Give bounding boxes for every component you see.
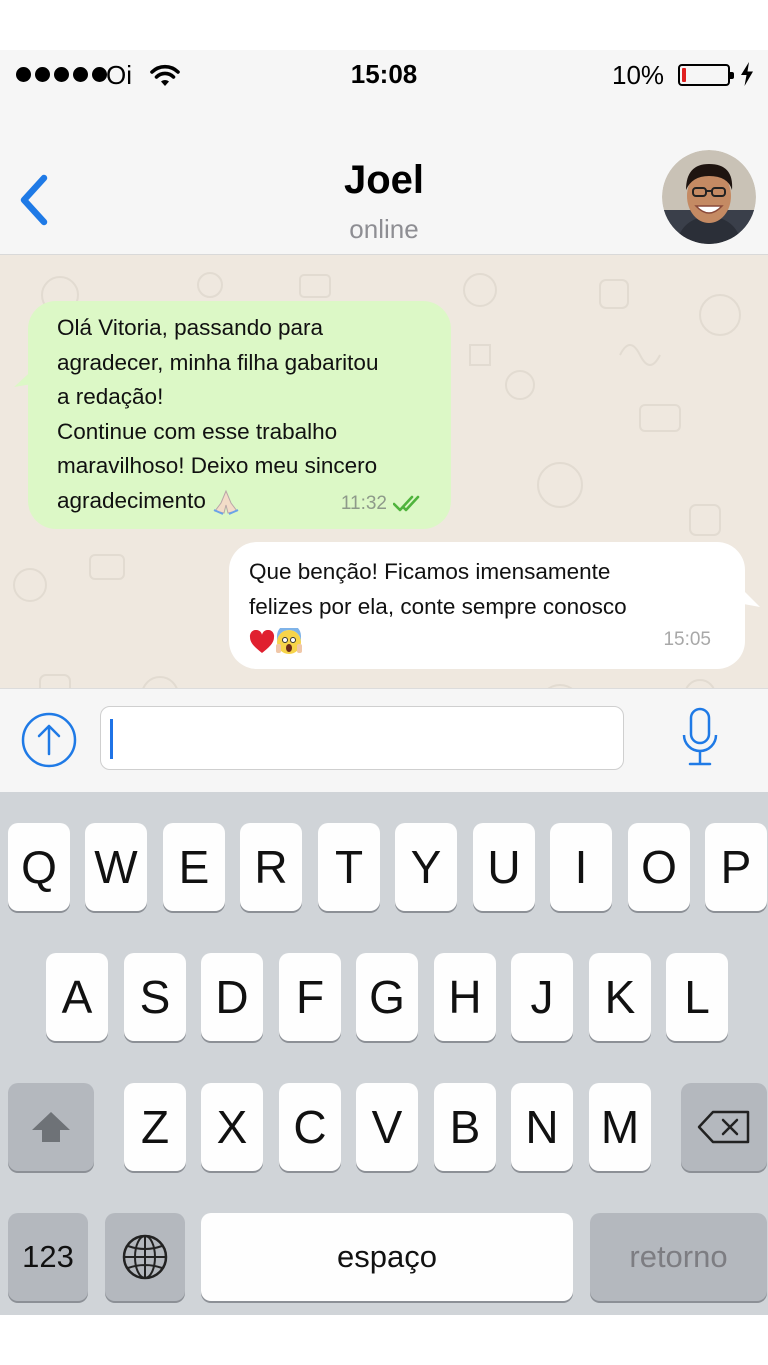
shift-key[interactable]	[8, 1083, 94, 1171]
key-x[interactable]: X	[201, 1083, 263, 1171]
contact-name[interactable]: Joel	[0, 158, 768, 203]
key-z[interactable]: Z	[124, 1083, 186, 1171]
backspace-key[interactable]	[681, 1083, 767, 1171]
keyboard: Q W E R T Y U I O P A S D F G H J K L Z …	[0, 792, 768, 1315]
shift-arrow-icon	[32, 1112, 70, 1142]
status-bar: Oi 15:08 10%	[0, 50, 768, 100]
message-text-line: Que benção! Ficamos imensamente	[249, 559, 611, 584]
space-key[interactable]: espaço	[201, 1213, 573, 1301]
message-text-line: Olá Vitoria, passando para	[57, 315, 324, 340]
incoming-message-bubble[interactable]: Olá Vitoria, passando para agradecer, mi…	[28, 301, 451, 529]
return-key[interactable]: retorno	[590, 1213, 767, 1301]
key-c[interactable]: C	[279, 1083, 341, 1171]
outgoing-message-bubble[interactable]: Que benção! Ficamos imensamente felizes …	[229, 542, 745, 669]
key-b[interactable]: B	[434, 1083, 496, 1171]
chat-header: Joel online	[0, 100, 768, 255]
globe-icon	[122, 1234, 168, 1280]
battery-percentage: 10%	[612, 60, 665, 90]
key-q[interactable]: Q	[8, 823, 70, 911]
message-time: 15:05	[663, 628, 711, 650]
key-f[interactable]: F	[279, 953, 341, 1041]
microphone-icon[interactable]	[678, 707, 722, 769]
red-heart-emoji	[249, 630, 275, 654]
text-cursor	[110, 719, 113, 759]
message-meta: 11:32	[341, 487, 425, 522]
contact-status: online	[349, 214, 419, 244]
message-text-line: agradecer, minha filha gabaritou	[57, 349, 379, 375]
key-j[interactable]: J	[511, 953, 573, 1041]
screaming-face-emoji	[276, 628, 302, 655]
key-l[interactable]: L	[666, 953, 728, 1041]
message-time: 11:32	[340, 492, 387, 514]
key-n[interactable]: N	[511, 1083, 573, 1171]
whatsapp-chat-screen: Oi 15:08 10% Joel online Olá Vitoria, pa…	[0, 50, 768, 1315]
key-m[interactable]: M	[589, 1083, 651, 1171]
key-r[interactable]: R	[240, 823, 302, 911]
key-e[interactable]: E	[163, 823, 225, 911]
key-y[interactable]: Y	[395, 823, 457, 911]
message-text-line: maravilhoso! Deixo meu sincero	[57, 453, 378, 478]
outgoing-bubble-tail	[738, 585, 760, 607]
numbers-key[interactable]: 123	[8, 1213, 88, 1301]
battery-icon	[678, 64, 734, 86]
message-text-line: agradecimento	[57, 487, 206, 513]
incoming-bubble-tail	[14, 365, 38, 387]
backspace-icon	[697, 1110, 750, 1144]
key-g[interactable]: G	[356, 953, 418, 1041]
key-t[interactable]: T	[318, 823, 380, 911]
key-i[interactable]: I	[550, 823, 612, 911]
key-w[interactable]: W	[85, 823, 147, 911]
chat-area[interactable]: Olá Vitoria, passando para agradecer, mi…	[0, 255, 768, 738]
message-input[interactable]	[100, 706, 624, 770]
battery-level-fill	[682, 68, 686, 82]
message-text-line: Continue com esse trabalho	[57, 418, 338, 444]
message-input-bar	[0, 688, 768, 793]
key-v[interactable]: V	[356, 1083, 418, 1171]
key-k[interactable]: K	[589, 953, 651, 1041]
avatar[interactable]	[662, 150, 756, 244]
key-o[interactable]: O	[628, 823, 690, 911]
charging-bolt-icon	[741, 62, 753, 86]
key-d[interactable]: D	[201, 953, 263, 1041]
message-text-line: felizes por ela, conte sempre conosco	[249, 593, 627, 619]
key-a[interactable]: A	[46, 953, 108, 1041]
key-s[interactable]: S	[124, 953, 186, 1041]
globe-key[interactable]	[105, 1213, 185, 1301]
folded-hands-emoji	[213, 489, 239, 515]
arrow-up-circle-icon[interactable]	[21, 712, 77, 768]
key-p[interactable]: P	[705, 823, 767, 911]
key-u[interactable]: U	[473, 823, 535, 911]
double-check-icon	[393, 495, 420, 512]
message-text-line: a redação!	[57, 384, 164, 409]
key-h[interactable]: H	[434, 953, 496, 1041]
